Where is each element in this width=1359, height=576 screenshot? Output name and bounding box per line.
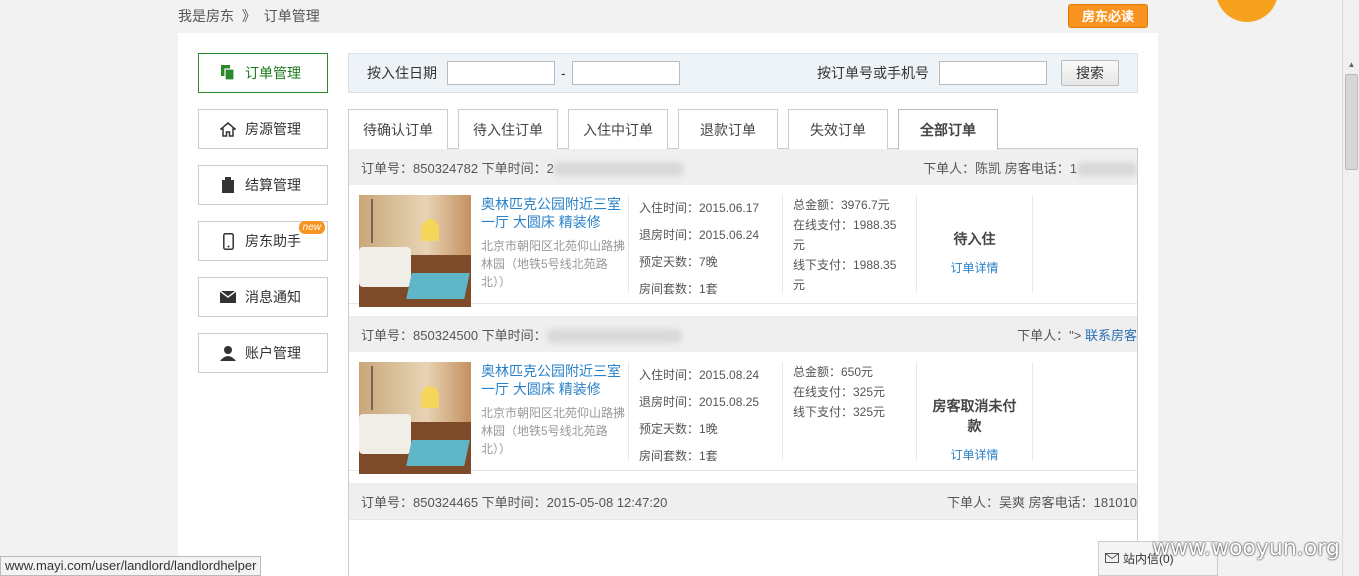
order-status: 房客取消未付款 订单详情 — [917, 362, 1033, 463]
tab-pending-confirm[interactable]: 待确认订单 — [348, 109, 448, 149]
scroll-up-icon[interactable]: ▲ — [1343, 56, 1359, 73]
order-meta: 订单号：850324782 下单时间：2 — [361, 158, 684, 177]
sidebar-item-label: 结算管理 — [245, 177, 301, 193]
listing-info: 奥林匹克公园附近三室一厅 大圆床 精装修 北京市朝阳区北苑仰山路拂林园（地铁5号… — [471, 195, 629, 293]
order-header: 订单号：850324782 下单时间：2 下单人：陈凯 房客电话：1 — [349, 149, 1137, 185]
sidebar-item-label: 消息通知 — [245, 289, 301, 305]
order-detail-link[interactable]: 订单详情 — [927, 259, 1022, 276]
browser-status-bar: www.mayi.com/user/landlord/landlordhelpe… — [0, 556, 262, 576]
stay-dates: 入住时间：2015.08.24 退房时间：2015.08.25 预定天数：1晚 … — [629, 362, 783, 463]
watermark: www.wooyun.org — [1152, 536, 1340, 561]
offline-payment: 线下支付：325元 — [793, 405, 886, 419]
content-area: 按入住日期 - 按订单号或手机号 搜索 待确认订单 待入住订单 入住中订单 退款… — [348, 53, 1138, 576]
mail-icon — [1105, 552, 1119, 566]
sidebar-item-label: 账户管理 — [245, 345, 301, 361]
buyer-info: 下单人：吴爽 房客电话：181010 — [947, 494, 1137, 510]
landlord-must-read-button[interactable]: 房东必读 — [1068, 4, 1148, 28]
listing-address: 北京市朝阳区北苑仰山路拂林园（地铁5号线北苑路北）） — [481, 239, 626, 289]
checkin-end-date-input[interactable] — [571, 61, 680, 85]
order-or-phone-input[interactable] — [939, 61, 1047, 85]
sidebar-item-label: 房东助手 — [245, 233, 301, 249]
copy-icon — [219, 64, 237, 82]
sidebar-item-orders[interactable]: 订单管理 — [198, 53, 328, 93]
sidebar-item-settlement[interactable]: 结算管理 — [198, 165, 328, 205]
nights: 预定天数：7晚 — [639, 255, 718, 269]
total-amount: 总金额：3976.7元 — [793, 198, 890, 212]
total-amount: 总金额：650元 — [793, 365, 874, 379]
order-list: 订单号：850324782 下单时间：2 下单人：陈凯 房客电话：1 奥林匹克公… — [348, 149, 1138, 576]
sidebar-item-label: 房源管理 — [245, 121, 301, 137]
checkout-date: 退房时间：2015.08.25 — [639, 395, 760, 409]
page-scrollbar[interactable]: ▲ — [1342, 0, 1359, 576]
order-status: 待入住 订单详情 — [917, 195, 1033, 293]
envelope-icon — [219, 288, 237, 306]
breadcrumb: 我是房东 》 订单管理 — [178, 6, 324, 26]
sidebar-item-landlord-helper[interactable]: 房东助手 new — [198, 221, 328, 261]
listing-thumbnail[interactable] — [359, 362, 471, 474]
house-icon — [219, 120, 237, 138]
order-meta: 订单号：850324465 下单时间：2015-05-08 12:47:20 — [361, 494, 668, 510]
order-body: 奥林匹克公园附近三室一厅 大圆床 精装修 北京市朝阳区北苑仰山路拂林园（地铁5号… — [349, 352, 1137, 474]
sidebar-item-listings[interactable]: 房源管理 — [198, 109, 328, 149]
order-body: 奥林匹克公园附近三室一厅 大圆床 精装修 北京市朝阳区北苑仰山路拂林园（地铁5号… — [349, 185, 1137, 307]
sidebar: 订单管理 房源管理 结算管理 房东助手 new 消息通知 账户管理 — [198, 53, 328, 389]
checkin-date: 入住时间：2015.08.24 — [639, 368, 760, 382]
breadcrumb-separator: 》 — [241, 8, 256, 24]
nights: 预定天数：1晚 — [639, 422, 718, 436]
user-icon — [219, 344, 237, 362]
tab-refund[interactable]: 退款订单 — [678, 109, 778, 149]
floating-badge[interactable] — [1216, 0, 1278, 22]
breadcrumb-root[interactable]: 我是房东 — [178, 8, 234, 24]
date-separator: - — [561, 65, 566, 81]
buyer-info: 下单人："> 联系房客 — [1017, 327, 1137, 343]
sidebar-item-label: 订单管理 — [245, 65, 301, 81]
main-panel: 订单管理 房源管理 结算管理 房东助手 new 消息通知 账户管理 按入住日期 … — [178, 33, 1158, 576]
online-payment: 在线支付：325元 — [793, 385, 886, 399]
room-count: 房间套数：1套 — [639, 449, 718, 463]
checkout-date: 退房时间：2015.06.24 — [639, 228, 760, 242]
listing-title-link[interactable]: 奥林匹克公园附近三室一厅 大圆床 精装修 — [481, 195, 628, 231]
search-button[interactable]: 搜索 — [1061, 60, 1119, 86]
tab-invalid[interactable]: 失效订单 — [788, 109, 888, 149]
order-tabs: 待确认订单 待入住订单 入住中订单 退款订单 失效订单 全部订单 — [348, 109, 1138, 150]
status-text: 房客取消未付款 — [932, 398, 1017, 434]
checkin-date-label: 按入住日期 — [367, 65, 437, 81]
sidebar-item-messages[interactable]: 消息通知 — [198, 277, 328, 317]
contact-guest-link[interactable]: 联系房客 — [1085, 328, 1137, 343]
clipboard-icon — [219, 176, 237, 194]
listing-thumbnail[interactable] — [359, 195, 471, 307]
phone-icon — [219, 232, 237, 250]
stay-dates: 入住时间：2015.06.17 退房时间：2015.06.24 预定天数：7晚 … — [629, 195, 783, 296]
buyer-info: 下单人：陈凯 房客电话：1 — [923, 158, 1137, 177]
order-header: 订单号：850324500 下单时间： 下单人："> 联系房客 — [349, 316, 1137, 352]
listing-address: 北京市朝阳区北苑仰山路拂林园（地铁5号线北苑路北）） — [481, 406, 626, 456]
order-detail-link[interactable]: 订单详情 — [927, 446, 1022, 463]
order-meta: 订单号：850324500 下单时间： — [361, 325, 682, 344]
room-count: 房间套数：1套 — [639, 282, 718, 296]
keyword-label: 按订单号或手机号 — [817, 65, 929, 81]
order-card: 订单号：850324500 下单时间： 下单人："> 联系房客 奥林匹克公园附近… — [349, 316, 1137, 474]
online-payment: 在线支付：1988.35元 — [793, 218, 897, 252]
checkin-start-date-input[interactable] — [447, 61, 555, 85]
new-badge: new — [298, 221, 325, 234]
payment-info: 总金额：3976.7元 在线支付：1988.35元 线下支付：1988.35元 — [783, 195, 917, 293]
order-card: 订单号：850324782 下单时间：2 下单人：陈凯 房客电话：1 奥林匹克公… — [349, 149, 1137, 307]
tab-checked-in[interactable]: 入住中订单 — [568, 109, 668, 149]
order-header: 订单号：850324465 下单时间：2015-05-08 12:47:20 下… — [349, 483, 1137, 519]
order-card: 订单号：850324465 下单时间：2015-05-08 12:47:20 下… — [349, 483, 1137, 520]
scroll-thumb[interactable] — [1345, 74, 1358, 170]
sidebar-item-account[interactable]: 账户管理 — [198, 333, 328, 373]
search-bar: 按入住日期 - 按订单号或手机号 搜索 — [348, 53, 1138, 93]
listing-title-link[interactable]: 奥林匹克公园附近三室一厅 大圆床 精装修 — [481, 362, 628, 398]
tab-all-orders[interactable]: 全部订单 — [898, 109, 998, 150]
offline-payment: 线下支付：1988.35元 — [793, 258, 897, 292]
tab-pending-checkin[interactable]: 待入住订单 — [458, 109, 558, 149]
status-text: 待入住 — [953, 231, 996, 247]
listing-info: 奥林匹克公园附近三室一厅 大圆床 精装修 北京市朝阳区北苑仰山路拂林园（地铁5号… — [471, 362, 629, 460]
breadcrumb-current: 订单管理 — [263, 8, 320, 24]
checkin-date: 入住时间：2015.06.17 — [639, 201, 760, 215]
payment-info: 总金额：650元 在线支付：325元 线下支付：325元 — [783, 362, 917, 460]
